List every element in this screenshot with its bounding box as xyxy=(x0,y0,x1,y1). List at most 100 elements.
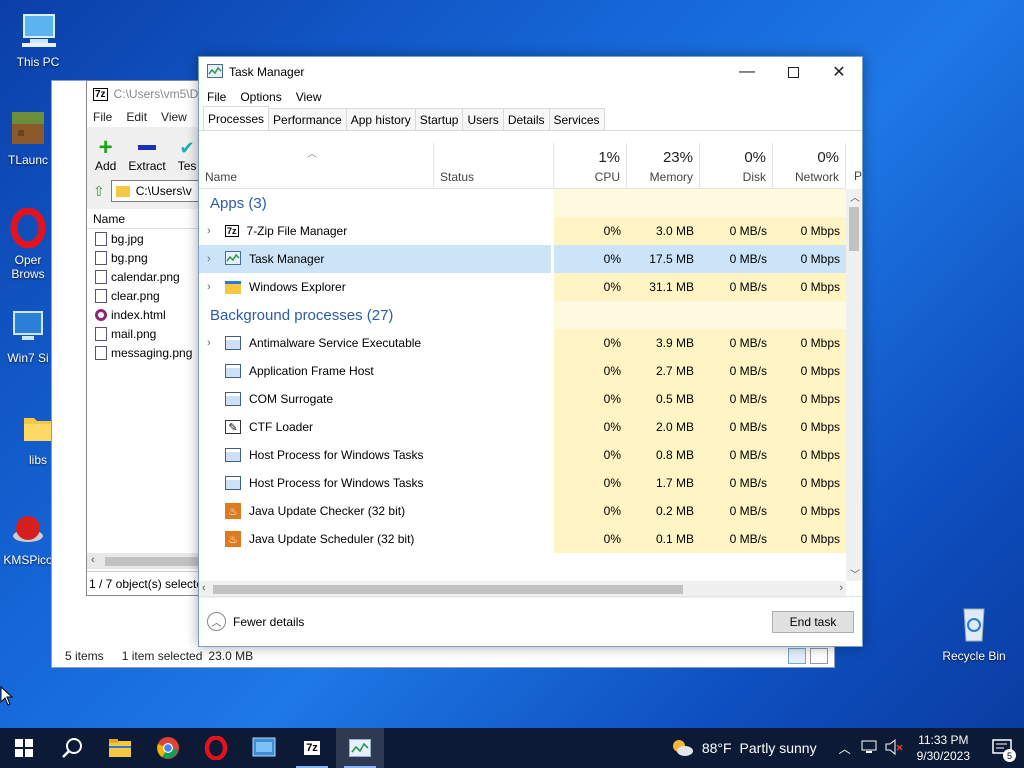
column-memory[interactable]: 23% Memory xyxy=(627,143,700,189)
tab-processes[interactable]: Processes xyxy=(203,106,270,130)
expand-chevron-icon[interactable]: › xyxy=(207,281,217,293)
tab-startup[interactable]: Startup xyxy=(414,108,464,130)
desktop-icon-recycle-bin[interactable]: Recycle Bin xyxy=(938,602,1010,663)
column-cpu[interactable]: 1% CPU xyxy=(554,143,627,189)
minimize-button[interactable]: — xyxy=(724,57,770,87)
tab-services[interactable]: Services xyxy=(548,108,605,130)
process-row[interactable]: ✎ CTF Loader 0% 2.0 MB 0 MB/s 0 Mbps xyxy=(199,413,846,441)
monitor-icon xyxy=(6,304,50,348)
tab-details[interactable]: Details xyxy=(502,108,550,130)
file-item[interactable]: index.html xyxy=(87,305,205,324)
taskbar-opera[interactable] xyxy=(192,728,240,768)
7zip-menu-file[interactable]: File xyxy=(93,110,112,124)
column-name[interactable]: ︿ Name xyxy=(199,143,434,189)
file-item[interactable]: bg.jpg xyxy=(87,229,205,248)
explorer-nav-pane xyxy=(52,81,87,645)
tab-app-history[interactable]: App history xyxy=(345,108,416,130)
7zip-extract-button[interactable]: Extract xyxy=(128,136,166,173)
file-item[interactable]: mail.png xyxy=(87,324,205,343)
process-row-selected[interactable]: › Task Manager 0% 17.5 MB 0 MB/s 0 Mbps xyxy=(199,245,846,273)
scroll-right-icon[interactable]: › xyxy=(839,582,843,594)
task-manager-titlebar[interactable]: Task Manager — ✕ xyxy=(199,57,862,87)
7zip-horizontal-scrollbar[interactable]: ‹ xyxy=(87,553,205,569)
column-network[interactable]: 0% Network xyxy=(773,143,846,189)
speaker-muted-icon[interactable] xyxy=(885,738,903,758)
close-button[interactable]: ✕ xyxy=(816,57,862,87)
7zip-extract-label: Extract xyxy=(128,159,166,173)
tab-users[interactable]: Users xyxy=(462,108,504,130)
process-row[interactable]: › Antimalware Service Executable 0% 3.9 M… xyxy=(199,329,846,357)
menu-file[interactable]: File xyxy=(207,90,226,104)
network-total: 0% xyxy=(817,149,839,166)
desktop-icon-tlauncher[interactable]: TLaunc xyxy=(0,106,56,167)
maximize-button[interactable] xyxy=(770,57,816,87)
scroll-up-icon[interactable]: ︿ xyxy=(850,189,860,204)
process-list[interactable]: Apps (3) › 7z 7-Zip File Manager 0% 3.0 MB… xyxy=(199,189,846,581)
7zip-titlebar[interactable]: 7z C:\Users\vm5\D xyxy=(87,81,205,107)
process-row[interactable]: › 7z 7-Zip File Manager 0% 3.0 MB 0 MB/s 0… xyxy=(199,217,846,245)
7zip-add-button[interactable]: + Add xyxy=(95,136,116,174)
column-status[interactable]: Status xyxy=(434,143,554,189)
weather-temperature[interactable]: 88°F xyxy=(702,740,732,756)
process-row[interactable]: › Windows Explorer 0% 31.1 MB 0 MB/s 0 Mb… xyxy=(199,273,846,301)
scroll-left-icon[interactable]: ‹ xyxy=(202,582,206,594)
column-disk[interactable]: 0% Disk xyxy=(700,143,773,189)
fewer-details-button[interactable]: ︿ Fewer details xyxy=(207,612,304,631)
7zip-test-button[interactable]: ✔ Tes xyxy=(178,137,197,173)
taskbar-control-panel[interactable] xyxy=(240,728,288,768)
7zip-address-field[interactable]: C:\Users\v xyxy=(110,180,205,202)
desktop-icon-kmspico[interactable]: KMSPico xyxy=(0,506,56,567)
clock[interactable]: 11:33 PM 9/30/2023 xyxy=(917,732,970,764)
expand-chevron-icon[interactable]: › xyxy=(207,337,217,349)
file-name: mail.png xyxy=(111,326,157,341)
tab-performance[interactable]: Performance xyxy=(268,108,347,130)
file-item[interactable]: clear.png xyxy=(87,286,205,305)
large-icons-view-icon[interactable] xyxy=(810,648,828,664)
column-power-label[interactable]: P xyxy=(854,169,862,183)
weather-partly-sunny-icon[interactable] xyxy=(670,737,694,760)
process-row[interactable]: COM Surrogate 0% 0.5 MB 0 MB/s 0 Mbps xyxy=(199,385,846,413)
process-row[interactable]: Host Process for Windows Tasks 0% 1.7 MB… xyxy=(199,469,846,497)
task-manager-window[interactable]: Task Manager — ✕ File Options View Proce… xyxy=(198,56,863,647)
process-row[interactable]: Host Process for Windows Tasks 0% 0.8 MB… xyxy=(199,441,846,469)
process-row[interactable]: ♨ Java Update Scheduler (32 bit) 0% 0.1 M… xyxy=(199,525,846,553)
7zip-name-column-header[interactable]: Name xyxy=(87,209,205,229)
process-row[interactable]: Application Frame Host 0% 2.7 MB 0 MB/s … xyxy=(199,357,846,385)
taskbar-task-manager[interactable] xyxy=(336,728,384,768)
7zip-menu-view[interactable]: View xyxy=(161,110,187,124)
scroll-down-icon[interactable]: ﹀ xyxy=(850,566,860,581)
expand-chevron-icon[interactable]: › xyxy=(207,253,217,265)
7zip-window[interactable]: 7z C:\Users\vm5\D File Edit View + Add E… xyxy=(86,80,206,596)
group-label: Apps (3) xyxy=(210,194,267,212)
start-button[interactable] xyxy=(0,728,48,768)
details-view-icon[interactable] xyxy=(788,648,806,664)
desktop-icon-opera[interactable]: Oper Brows xyxy=(0,206,56,281)
weather-description[interactable]: Partly sunny xyxy=(740,740,817,756)
desktop-icon-label: Recycle Bin xyxy=(942,649,1006,663)
taskbar-file-explorer[interactable] xyxy=(96,728,144,768)
vertical-scrollbar[interactable]: ︿ ﹀ xyxy=(846,189,862,581)
end-task-button[interactable]: End task xyxy=(772,611,854,633)
scrollbar-thumb[interactable] xyxy=(849,207,859,251)
network-icon[interactable] xyxy=(861,740,877,757)
file-item[interactable]: calendar.png xyxy=(87,267,205,286)
expand-chevron-icon[interactable]: › xyxy=(207,225,217,237)
scrollbar-thumb[interactable] xyxy=(213,585,683,594)
taskbar-7zip[interactable]: 7z xyxy=(288,728,336,768)
process-row[interactable]: ♨ Java Update Checker (32 bit) 0% 0.2 MB … xyxy=(199,497,846,525)
scroll-left-icon[interactable]: ‹ xyxy=(91,554,95,566)
search-button[interactable] xyxy=(48,728,96,768)
7zip-menu-edit[interactable]: Edit xyxy=(126,110,147,124)
desktop-icon-this-pc[interactable]: This PC xyxy=(2,8,74,69)
menu-options[interactable]: Options xyxy=(240,90,281,104)
desktop-icon-win7[interactable]: Win7 Si xyxy=(0,304,56,365)
notification-center-button[interactable]: 5 xyxy=(980,728,1024,768)
menu-view[interactable]: View xyxy=(296,90,322,104)
7zip-file-list[interactable]: Name bg.jpg bg.png calendar.png clear.pn… xyxy=(87,209,205,595)
file-item[interactable]: bg.png xyxy=(87,248,205,267)
scrollbar-thumb[interactable] xyxy=(105,557,205,566)
show-hidden-icons-chevron-icon[interactable]: ︿ xyxy=(839,740,851,757)
file-item[interactable]: messaging.png xyxy=(87,343,205,362)
taskbar-chrome[interactable] xyxy=(144,728,192,768)
up-folder-icon[interactable]: ⇧ xyxy=(93,183,105,200)
